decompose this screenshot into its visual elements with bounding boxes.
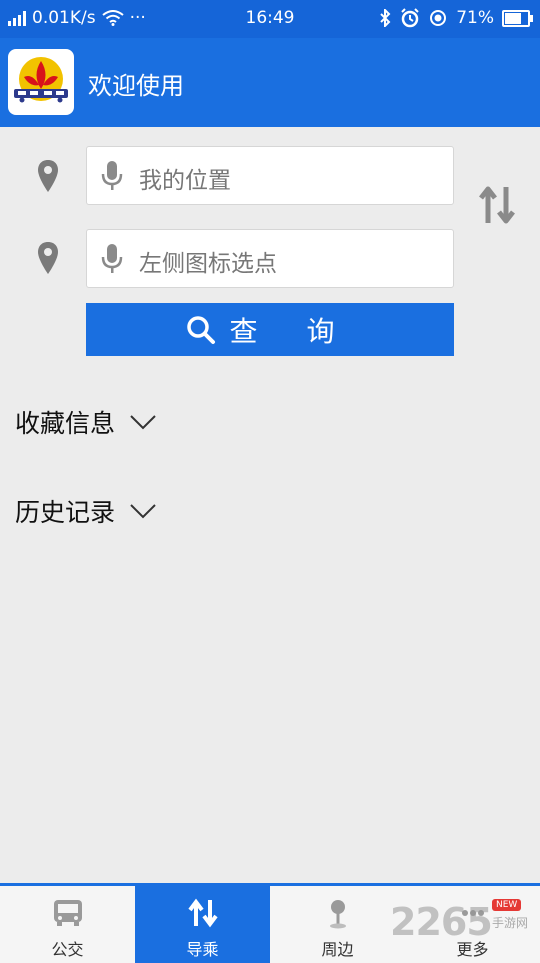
nav-label-guide: 导乘 xyxy=(186,940,219,959)
origin-input[interactable]: 我的位置 xyxy=(86,146,454,205)
nav-item-bus[interactable]: 公交 xyxy=(0,886,135,963)
battery-percent: 71% xyxy=(456,8,494,28)
destination-pin-icon[interactable] xyxy=(37,241,59,275)
alarm-icon xyxy=(401,8,419,28)
bluetooth-icon xyxy=(380,9,391,27)
voice-input-icon[interactable] xyxy=(101,243,123,275)
voice-input-icon[interactable] xyxy=(101,160,123,192)
favorites-section-toggle[interactable]: 收藏信息 xyxy=(15,404,157,440)
nav-label-nearby: 周边 xyxy=(321,940,354,959)
nav-label-bus: 公交 xyxy=(51,940,84,959)
destination-placeholder: 左侧图标选点 xyxy=(139,251,277,277)
nearby-pin-icon xyxy=(329,900,346,929)
history-section-toggle[interactable]: 历史记录 xyxy=(15,493,157,529)
battery-icon xyxy=(502,9,533,27)
page-title: 欢迎使用 xyxy=(88,72,184,100)
status-bar: 0.01K/s ··· 16:49 71% xyxy=(0,0,540,38)
origin-pin-icon[interactable] xyxy=(37,159,59,193)
chevron-down-icon xyxy=(130,415,156,430)
history-label: 历史记录 xyxy=(15,498,116,527)
watermark-subtext: 手游网 xyxy=(492,916,529,930)
route-swap-icon xyxy=(187,898,218,928)
favorites-label: 收藏信息 xyxy=(15,409,116,438)
search-label: 查 询 xyxy=(229,314,355,348)
location-service-icon xyxy=(430,10,447,26)
bus-icon xyxy=(53,900,82,926)
new-badge: NEW xyxy=(492,899,522,911)
app-logo xyxy=(8,49,74,115)
swap-icon[interactable] xyxy=(478,183,516,227)
watermark-text: 2265 xyxy=(390,900,493,944)
search-icon xyxy=(186,315,215,344)
destination-input[interactable]: 左侧图标选点 xyxy=(86,229,454,288)
nav-item-guide[interactable]: 导乘 xyxy=(135,886,270,963)
chevron-down-icon xyxy=(130,504,156,519)
app-header: 欢迎使用 xyxy=(0,38,540,127)
search-button[interactable]: 查 询 xyxy=(86,303,454,356)
origin-placeholder: 我的位置 xyxy=(139,168,231,194)
nav-item-nearby[interactable]: 周边 xyxy=(270,886,405,963)
